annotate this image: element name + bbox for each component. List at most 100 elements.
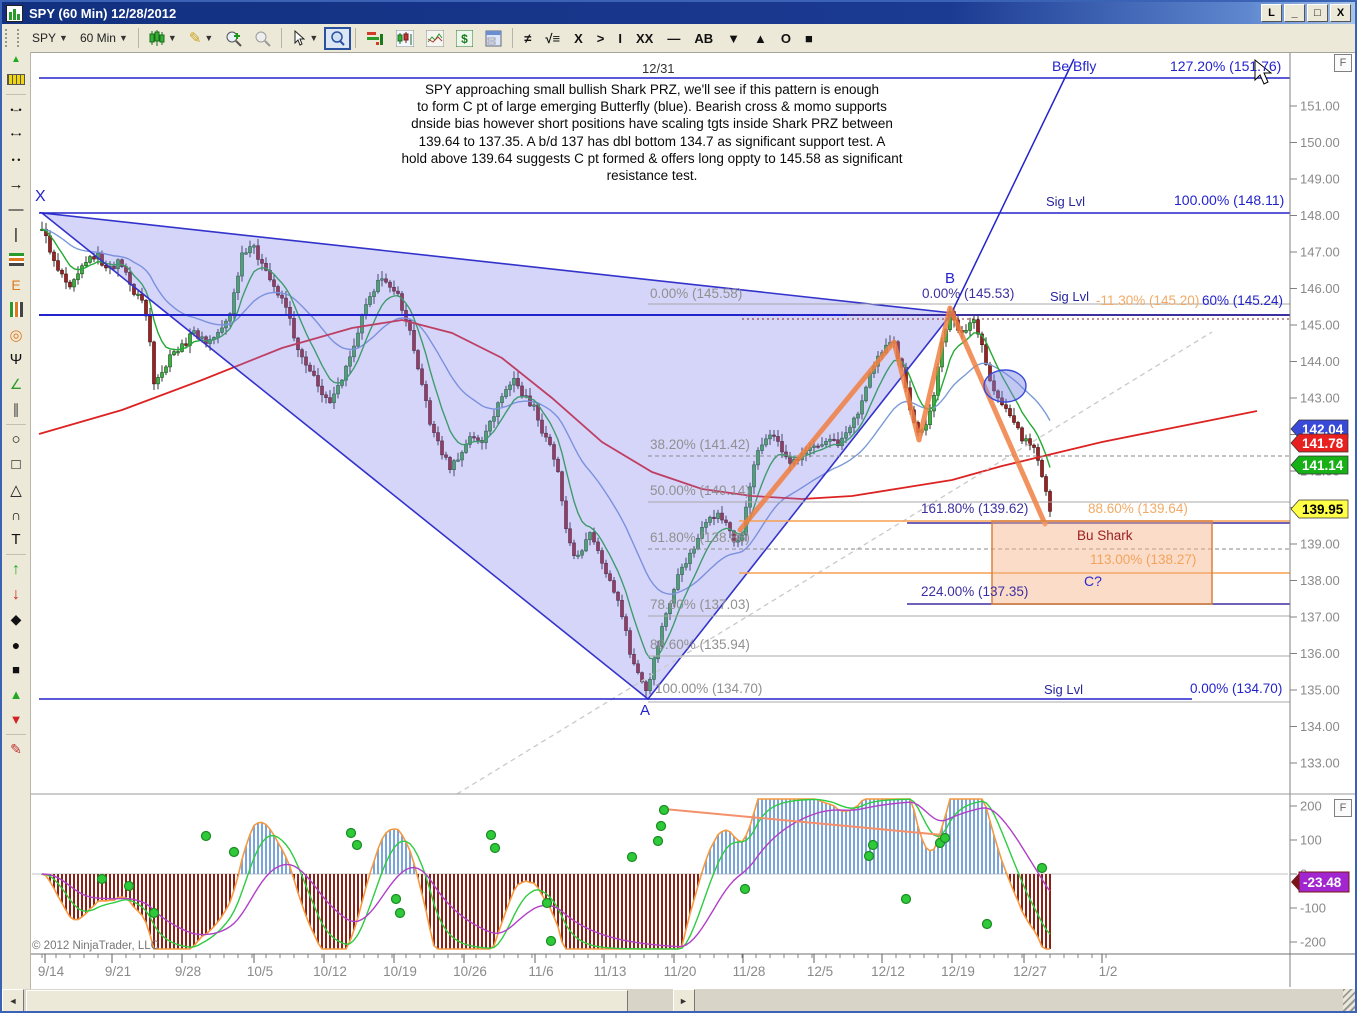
app-icon	[6, 5, 23, 22]
ellipse-icon[interactable]: ○	[5, 429, 27, 450]
interval-selector[interactable]: 60 Min▼	[74, 28, 134, 48]
sqrt-marker-button[interactable]: √≡	[538, 29, 567, 48]
fib-circle-icon[interactable]: ◎	[5, 324, 27, 345]
horizontal-scrollbar[interactable]: ◄ ►	[2, 989, 1357, 1013]
text-icon[interactable]: T	[5, 529, 27, 550]
arrow-down-icon[interactable]: ↓	[5, 584, 27, 605]
dom-panel-button[interactable]	[479, 27, 508, 50]
fib-retracement-icon[interactable]	[5, 249, 27, 270]
chevron-down-icon: ▼	[204, 33, 213, 43]
chart-window-button[interactable]	[390, 27, 420, 50]
not-equal-marker-button[interactable]: ≠	[517, 29, 538, 48]
zoom-in-button[interactable]	[219, 27, 248, 50]
date-axis-label: 12/19	[941, 964, 975, 979]
horizontal-line-icon[interactable]: —	[5, 199, 27, 220]
date-axis-label: 10/19	[383, 964, 417, 979]
window-title: SPY (60 Min) 12/28/2012	[29, 6, 176, 21]
magnify-mode-button[interactable]	[324, 27, 351, 50]
label-fib-16180: 161.80% (139.62)	[921, 502, 1028, 517]
greater-marker-button[interactable]: >	[590, 29, 612, 48]
chart-style-button[interactable]: ▼	[143, 27, 183, 49]
arrow-up-icon[interactable]: ↑	[5, 559, 27, 580]
square-marker-button[interactable]: ■	[798, 29, 820, 48]
label-a-point: A	[640, 703, 650, 720]
label-x-point: X	[35, 188, 46, 206]
svg-text:135.00: 135.00	[1300, 683, 1340, 698]
date-axis-label: 12/27	[1013, 964, 1047, 979]
arrow-line-icon[interactable]: →	[5, 174, 27, 195]
label-fib-22400: 224.00% (137.35)	[921, 585, 1028, 600]
link-button[interactable]: L	[1261, 4, 1282, 22]
label-sig-lvl-1: Sig Lvl	[1046, 195, 1085, 209]
label-fib-6180: 61.80% (138.86)	[650, 531, 750, 546]
label-fib-000-14558: 0.00% (145.58)	[650, 287, 742, 302]
account-data-button[interactable]: $	[450, 27, 479, 50]
label-fib-10000-14811: 100.00% (148.11)	[1174, 193, 1284, 208]
i-marker-button[interactable]: I	[611, 29, 629, 48]
triangle-down-marker-button[interactable]: ▼	[720, 29, 747, 48]
diamond-icon[interactable]: ◆	[5, 609, 27, 630]
symbol-selector[interactable]: SPY▼	[26, 28, 74, 48]
triangle-down-icon[interactable]: ▼	[5, 709, 27, 730]
svg-text:147.00: 147.00	[1300, 245, 1340, 260]
triangle-icon[interactable]: △	[5, 479, 27, 500]
dash-marker-button[interactable]: —	[660, 29, 687, 48]
chart-icon	[396, 30, 414, 47]
svg-text:$: $	[461, 32, 468, 46]
date-axis-label: 11/6	[528, 964, 553, 979]
scrollbar-thumb[interactable]	[26, 990, 628, 1013]
circle-marker-button[interactable]: O	[774, 29, 798, 48]
eraser-icon[interactable]: ✎	[5, 739, 27, 760]
svg-text:148.00: 148.00	[1300, 208, 1340, 223]
svg-text:-100: -100	[1300, 901, 1326, 916]
minimize-button[interactable]: _	[1284, 4, 1305, 22]
parallel-lines-icon[interactable]: ∥	[5, 399, 27, 420]
scroll-right-button[interactable]: ►	[673, 989, 695, 1013]
maximize-button[interactable]: □	[1307, 4, 1328, 22]
label-fib-7860: 78.60% (137.03)	[650, 598, 750, 613]
zoom-out-button[interactable]	[248, 27, 277, 50]
ab-marker-button[interactable]: AB	[687, 29, 720, 48]
toolbar-grip[interactable]	[5, 29, 11, 47]
label-bu-shark: Bu Shark	[1077, 529, 1133, 544]
ray-icon[interactable]: •–•	[5, 124, 27, 145]
chart-window: SPY (60 Min) 12/28/2012 L_□X SPY▼ 60 Min…	[0, 0, 1357, 1013]
price-panel-f-button[interactable]: F	[1334, 54, 1352, 72]
gann-fan-icon[interactable]: ∠	[5, 374, 27, 395]
svg-text:143.00: 143.00	[1300, 391, 1340, 406]
resize-grip[interactable]	[1343, 989, 1357, 1013]
cursor-tool-button[interactable]: ▼	[286, 27, 324, 49]
rectangle-icon[interactable]: □	[5, 454, 27, 475]
pitchfork-icon[interactable]: Ψ	[5, 349, 27, 370]
date-axis-label: 10/5	[247, 964, 273, 979]
annotation-line: to form C pt of large emerging Butterfly…	[342, 98, 962, 115]
x-marker-button[interactable]: X	[567, 29, 590, 48]
line-chart-button[interactable]	[420, 27, 450, 50]
line-chart-icon	[426, 30, 444, 47]
triangle-up-icon[interactable]: ▲	[5, 684, 27, 705]
toolbar-grip2[interactable]	[17, 29, 23, 47]
close-button[interactable]: X	[1330, 4, 1351, 22]
title-bar[interactable]: SPY (60 Min) 12/28/2012 L_□X	[2, 2, 1355, 24]
vertical-line-icon[interactable]: |	[5, 224, 27, 245]
arc-icon[interactable]: ∩	[5, 504, 27, 525]
square-icon[interactable]: ■	[5, 659, 27, 680]
fib-time-icon[interactable]	[5, 299, 27, 320]
draw-tool-button[interactable]: ✎ ▼	[183, 26, 220, 50]
label-fib-neg1130: -11.30% (145.20)	[1096, 294, 1199, 309]
market-analyzer-button[interactable]	[360, 27, 390, 50]
fib-extension-icon[interactable]: E	[5, 274, 27, 295]
segment-icon[interactable]: •–•	[5, 99, 27, 120]
collapse-arrow-icon[interactable]: ▲	[11, 54, 21, 65]
dot-icon[interactable]: ●	[5, 634, 27, 655]
extended-line-icon[interactable]: • •	[5, 149, 27, 170]
xx-marker-button[interactable]: XX	[629, 29, 660, 48]
date-axis-label: 12/5	[807, 964, 833, 979]
momentum-panel-f-button[interactable]: F	[1334, 799, 1352, 817]
date-axis-label: 9/21	[105, 964, 131, 979]
triangle-up-marker-button[interactable]: ▲	[747, 29, 774, 48]
cursor-icon	[292, 30, 306, 46]
date-axis-label: 11/13	[594, 964, 627, 979]
scroll-left-button[interactable]: ◄	[2, 989, 24, 1013]
ruler-icon[interactable]	[5, 69, 27, 90]
